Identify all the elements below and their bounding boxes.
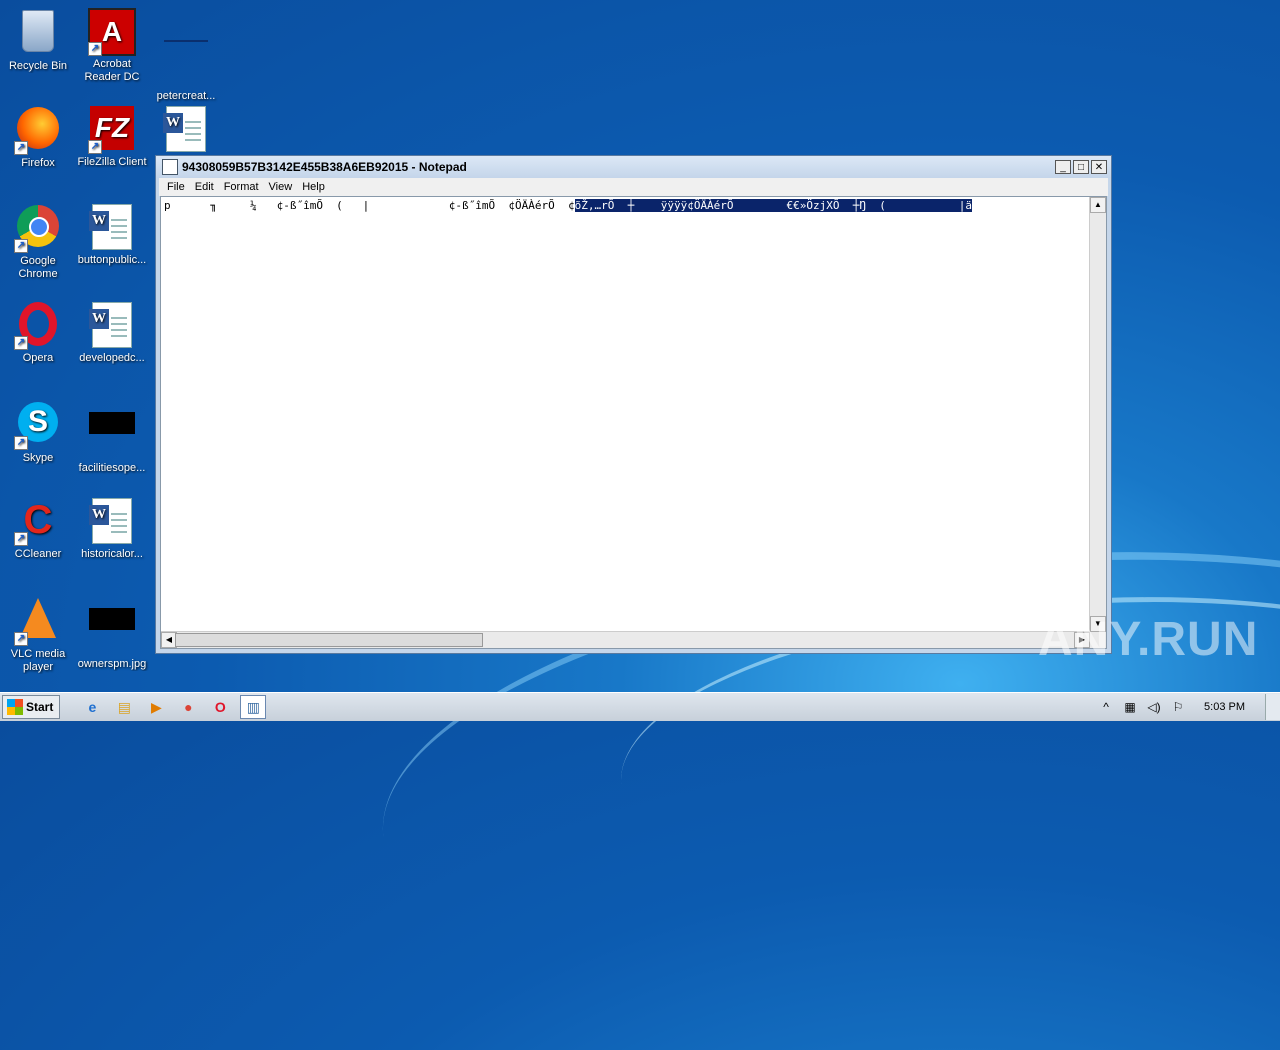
desktop-icon-label: facilitiesope... <box>78 462 146 474</box>
maximize-button[interactable]: □ <box>1073 160 1089 174</box>
skype-icon: S ↗ <box>14 402 62 450</box>
menu-help[interactable]: Help <box>297 181 330 193</box>
opera-taskbar-icon[interactable]: O <box>208 696 232 718</box>
desktop-icon-label: Acrobat Reader DC <box>84 58 140 83</box>
desktop-icon-skype[interactable]: S ↗ Skype <box>0 398 76 465</box>
desktop-icon-label: Skype <box>22 452 54 464</box>
desktop-icon-label: developedc... <box>79 352 145 364</box>
system-tray: ^ ▦ ◁) ⚐ 5:03 PM <box>1094 693 1280 721</box>
desktop-icon-label: buttonpublic... <box>77 254 147 266</box>
desktop-icon-label: ownerspm.jpg <box>77 658 147 670</box>
start-label: Start <box>26 700 54 714</box>
clock[interactable]: 5:03 PM <box>1204 701 1245 713</box>
firefox-icon: ↗ <box>14 107 62 155</box>
media-player-icon[interactable]: ▶ <box>144 696 168 718</box>
file-icon <box>162 40 210 88</box>
filezilla-icon: FZ ↗ <box>88 106 136 154</box>
horizontal-scroll-thumb[interactable] <box>175 633 483 647</box>
ccleaner-icon: C ↗ <box>14 498 62 546</box>
close-button[interactable]: ✕ <box>1091 160 1107 174</box>
text-content: p ╖ ¼ ¢-ß˝îmÕ ( | ¢-ß˝îmÕ ¢ÖÄÀérÕ ¢õŽ,…r… <box>164 199 1091 213</box>
minimize-button[interactable]: _ <box>1055 160 1071 174</box>
unselected-text: p ╖ ¼ ¢-ß˝îmÕ ( | ¢-ß˝îmÕ ¢ÖÄÀérÕ ¢ <box>164 199 575 212</box>
menu-format[interactable]: Format <box>219 181 264 193</box>
volume-icon[interactable]: ◁) <box>1146 700 1162 714</box>
windows-flag-icon <box>7 699 23 715</box>
internet-explorer-icon[interactable]: e <box>80 696 104 718</box>
menu-file[interactable]: File <box>162 181 190 193</box>
desktop-icon-label: CCleaner <box>14 548 62 560</box>
chrome-taskbar-icon[interactable]: ● <box>176 696 200 718</box>
word-doc-icon <box>88 302 136 350</box>
desktop-icon-label: historicalor... <box>81 548 143 560</box>
horizontal-scrollbar[interactable]: ◀ ▶ <box>161 631 1090 648</box>
window-title: 94308059B57B3142E455B38A6EB92015 - Notep… <box>182 160 467 174</box>
desktop-icon-filezilla[interactable]: FZ ↗ FileZilla Client <box>74 104 150 169</box>
word-doc-icon <box>162 106 210 154</box>
explorer-icon[interactable]: ▤ <box>112 696 136 718</box>
opera-icon: ↗ <box>14 302 62 350</box>
image-icon <box>88 412 136 460</box>
desktop-icon-label: Opera <box>22 352 54 364</box>
start-button[interactable]: Start <box>2 695 61 719</box>
title-bar[interactable]: 94308059B57B3142E455B38A6EB92015 - Notep… <box>156 156 1111 178</box>
desktop-icon-label: Recycle Bin <box>8 60 68 72</box>
desktop-icon-petercreat[interactable]: petercreat... <box>148 6 224 103</box>
selected-text: õŽ,…rÕ ┼ ÿÿÿÿ¢ÖÄÀérÕ €€»ÖzjXÕ ┼Ŋ ( |ä <box>574 199 972 212</box>
desktop-icon-ownerspm[interactable]: ownerspm.jpg <box>74 594 150 671</box>
desktop-icon-developedc[interactable]: developedc... <box>74 300 150 365</box>
desktop-icon-label: Firefox <box>21 157 55 169</box>
acrobat-icon: A ↗ <box>88 8 136 56</box>
watermark: ANY.RUN <box>1038 613 1259 666</box>
image-icon <box>88 608 136 656</box>
action-center-flag-icon[interactable]: ⚐ <box>1170 700 1186 714</box>
desktop-icon-historicalor[interactable]: historicalor... <box>74 496 150 561</box>
desktop-icon-label: FileZilla Client <box>77 156 147 168</box>
desktop-icon-label: petercreat... <box>156 90 216 102</box>
taskbar: Start e ▤ ▶ ● O ▥ ^ ▦ ◁) ⚐ 5:03 PM <box>0 692 1280 721</box>
notepad-taskbar-icon[interactable]: ▥ <box>240 695 267 719</box>
recycle-bin-icon <box>14 10 62 58</box>
desktop-icon-word-doc[interactable] <box>148 104 224 156</box>
word-doc-icon <box>88 204 136 252</box>
show-hidden-icons-icon[interactable]: ^ <box>1098 700 1114 714</box>
desktop-icon-acrobat[interactable]: A ↗ Acrobat Reader DC <box>74 6 150 84</box>
show-desktop-button[interactable] <box>1265 694 1280 720</box>
desktop-icon-buttonpublic[interactable]: buttonpublic... <box>74 202 150 267</box>
desktop-icon-label: Google Chrome <box>18 255 58 280</box>
word-doc-icon <box>88 498 136 546</box>
desktop-icon-label: VLC media player <box>10 648 66 673</box>
desktop-icon-ccleaner[interactable]: C ↗ CCleaner <box>0 496 76 561</box>
chrome-icon: ↗ <box>14 205 62 253</box>
desktop-icon-facilitiesope[interactable]: facilitiesope... <box>74 398 150 475</box>
text-editor[interactable]: p ╖ ¼ ¢-ß˝îmÕ ( | ¢-ß˝îmÕ ¢ÖÄÀérÕ ¢õŽ,…r… <box>160 196 1107 649</box>
menu-view[interactable]: View <box>264 181 298 193</box>
desktop-icon-firefox[interactable]: ↗ Firefox <box>0 104 76 170</box>
notepad-icon <box>162 159 178 175</box>
desktop-icon-recycle-bin[interactable]: Recycle Bin <box>0 6 76 73</box>
desktop-icon-chrome[interactable]: ↗ Google Chrome <box>0 202 76 281</box>
desktop-icon-opera[interactable]: ↗ Opera <box>0 300 76 365</box>
menu-bar: File Edit Format View Help <box>159 178 1108 196</box>
notepad-window[interactable]: 94308059B57B3142E455B38A6EB92015 - Notep… <box>155 155 1112 654</box>
desktop-icon-vlc[interactable]: ↗ VLC media player <box>0 594 76 674</box>
vlc-icon: ↗ <box>14 598 62 646</box>
vertical-scrollbar[interactable]: ▲ ▼ <box>1089 197 1106 632</box>
menu-edit[interactable]: Edit <box>190 181 219 193</box>
network-icon[interactable]: ▦ <box>1122 700 1138 714</box>
scroll-up-button[interactable]: ▲ <box>1090 197 1106 213</box>
